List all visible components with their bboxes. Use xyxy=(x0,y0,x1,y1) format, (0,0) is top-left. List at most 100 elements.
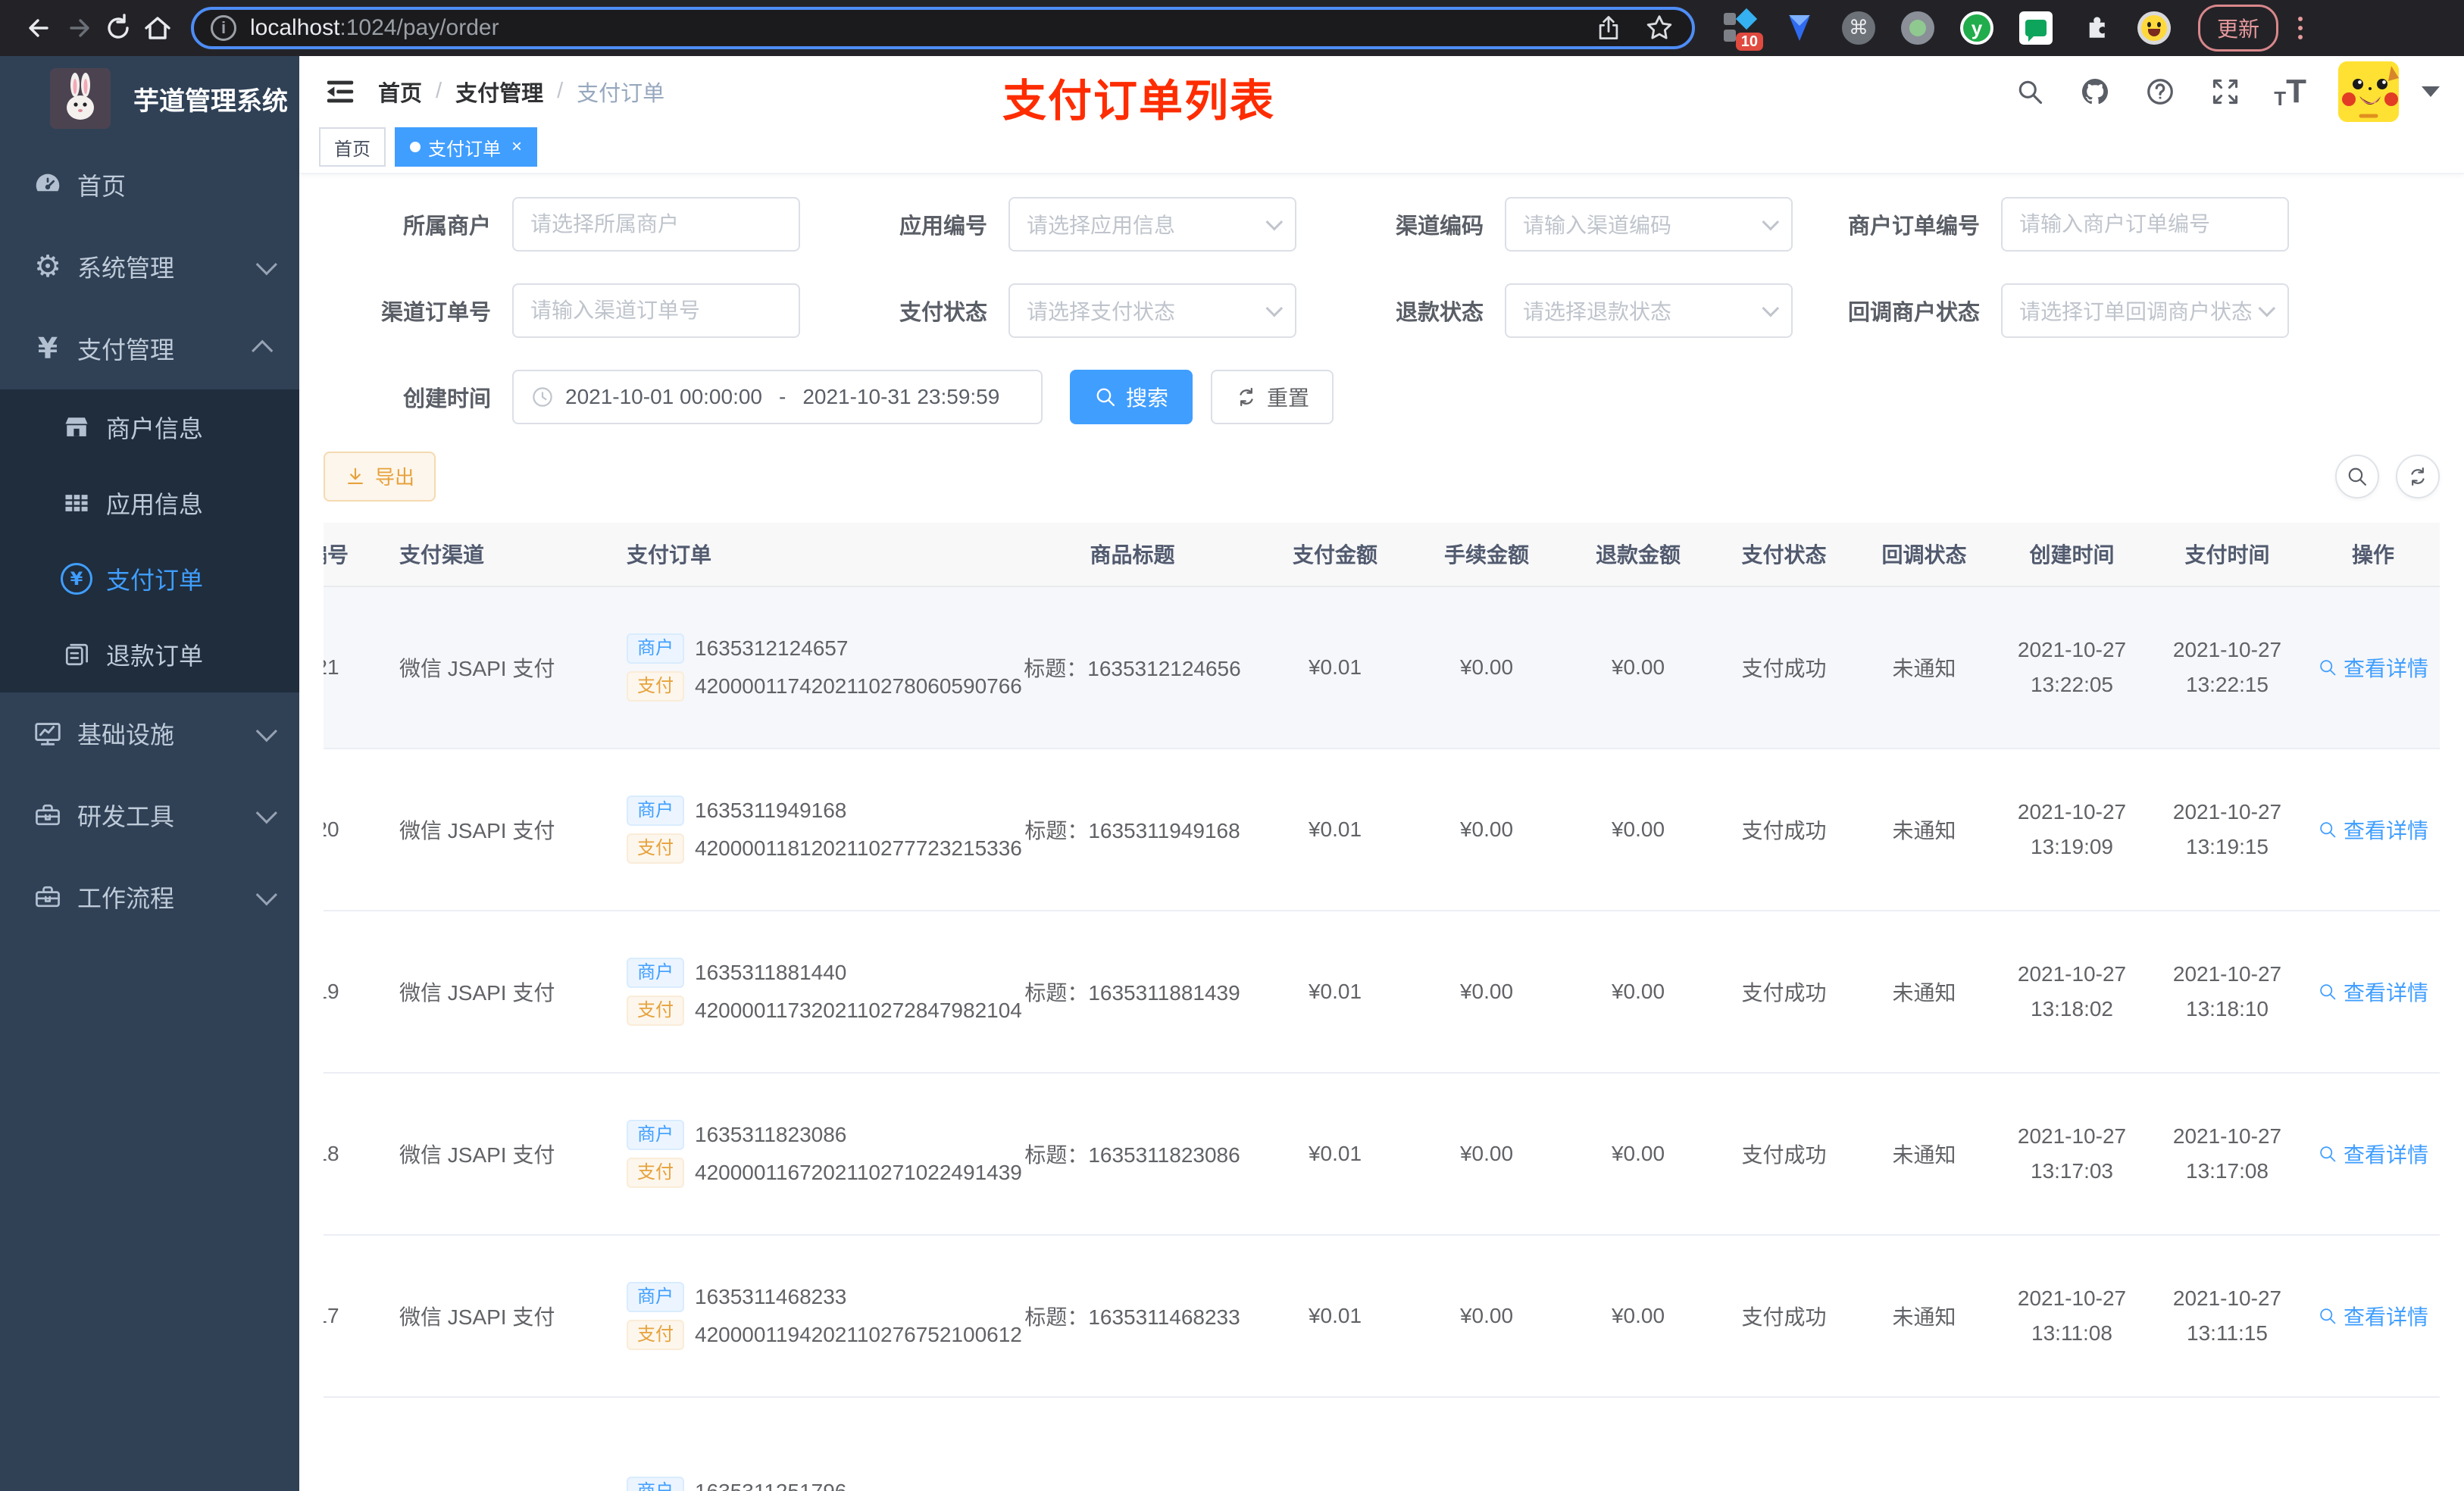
cell-pay-order: 商户 1635311949168 支付 42000011812021102777… xyxy=(611,748,1022,911)
browser-back-button[interactable] xyxy=(20,8,59,48)
cell-paid: 2021-10-27 13:18:10 xyxy=(2150,910,2305,1074)
view-detail-link[interactable]: 查看详情 xyxy=(2318,652,2428,683)
browser-menu-icon[interactable] xyxy=(2298,17,2303,39)
sidebar-logo-row[interactable]: 芋道管理系统 xyxy=(0,56,299,141)
sidebar-item-system[interactable]: ⚙ 系统管理 xyxy=(0,226,299,308)
tag-pay-order[interactable]: 支付订单 × xyxy=(395,127,538,167)
breadcrumb: 首页 / 支付管理 / 支付订单 xyxy=(378,76,664,108)
avatar-caret-icon[interactable] xyxy=(2422,86,2440,97)
cell-actions: 查看详情 xyxy=(2305,1072,2440,1236)
channel-code-select[interactable]: 请输入渠道编码 xyxy=(1505,196,1793,252)
date-end-value: 2021-10-31 23:59:59 xyxy=(802,384,1000,408)
merchant-order-no-input[interactable] xyxy=(2019,211,2271,236)
sidebar-item-workflow[interactable]: 工作流程 xyxy=(0,856,299,938)
y-extension-icon[interactable]: y xyxy=(1959,10,1995,46)
view-detail-link[interactable]: 查看详情 xyxy=(2318,814,2428,845)
chevron-down-icon xyxy=(255,884,277,906)
cell-pay-order: 商户 1635311251796 xyxy=(611,1396,1005,1491)
sidebar-item-dev-tools[interactable]: 研发工具 xyxy=(0,774,299,856)
chevron-down-icon xyxy=(255,720,277,742)
sidebar-item-refund-order[interactable]: 退款订单 xyxy=(0,617,299,692)
search-icon xyxy=(2320,983,2336,999)
y-glyph: y xyxy=(1960,11,1993,45)
sidebar-item-home[interactable]: 首页 xyxy=(0,144,299,226)
view-detail-link[interactable]: 查看详情 xyxy=(2318,1301,2428,1331)
breadcrumb-home[interactable]: 首页 xyxy=(378,76,422,108)
merchant-order-no-field[interactable] xyxy=(2001,196,2289,252)
kite-extension-icon[interactable] xyxy=(1781,10,1818,46)
refresh-icon xyxy=(1240,387,1253,406)
home-icon xyxy=(145,17,170,39)
channel-order-no-field[interactable] xyxy=(512,283,800,338)
chat-extension-icon[interactable] xyxy=(2018,10,2054,46)
filter-label-app: 应用编号 xyxy=(899,214,987,239)
search-icon xyxy=(1096,388,1115,406)
pay-tag: 支付 xyxy=(627,995,684,1026)
cell-created: 2021-10-27 13:22:05 xyxy=(1994,586,2150,749)
chevron-down-icon xyxy=(255,802,277,824)
app-select[interactable]: 请选择应用信息 xyxy=(1008,196,1296,252)
extension-strip: 10 ⌘ y xyxy=(1722,8,2172,51)
avatar[interactable] xyxy=(2338,61,2399,122)
merchant-input[interactable] xyxy=(530,211,782,236)
search-icon[interactable] xyxy=(2013,75,2047,108)
sidebar-item-payment[interactable]: ¥ 支付管理 xyxy=(0,308,299,389)
view-detail-link[interactable]: 查看详情 xyxy=(2318,977,2428,1007)
profile-emoji-icon[interactable] xyxy=(2136,10,2172,46)
channel-order-no-input[interactable] xyxy=(530,298,782,323)
date-range-picker[interactable]: 2021-10-01 00:00:00 - 2021-10-31 23:59:5… xyxy=(512,369,1043,424)
view-detail-link[interactable]: 查看详情 xyxy=(2318,1139,2428,1169)
github-icon[interactable] xyxy=(2078,75,2112,108)
pay-status-select[interactable]: 请选择支付状态 xyxy=(1008,283,1296,338)
breadcrumb-current: 支付订单 xyxy=(577,81,665,106)
cell-refund: ¥0.00 xyxy=(1562,748,1714,911)
tag-close-icon[interactable]: × xyxy=(511,136,522,158)
cell-id: 21 xyxy=(324,586,384,749)
extensions-puzzle-icon[interactable] xyxy=(2077,10,2113,46)
tag-home[interactable]: 首页 xyxy=(319,127,386,167)
command-extension-icon[interactable]: ⌘ xyxy=(1840,10,1877,46)
sidebar-item-pay-order[interactable]: ¥ 支付订单 xyxy=(0,541,299,617)
sidebar-item-merchant-info[interactable]: 商户信息 xyxy=(0,389,299,465)
table-row: 19 微信 JSAPI 支付 商户 1635311881440 支付 42000… xyxy=(324,910,2440,1074)
search-button-label: 搜索 xyxy=(1126,386,1169,410)
extension-badge: 10 xyxy=(1735,33,1763,51)
search-button[interactable]: 搜索 xyxy=(1070,369,1193,424)
font-size-icon[interactable]: TT xyxy=(2274,74,2306,108)
notify-status-select[interactable]: 请选择订单回调商户状态 xyxy=(2001,283,2289,338)
browser-update-button[interactable]: 更新 xyxy=(2198,5,2279,52)
bookmark-star-icon[interactable] xyxy=(1643,12,1675,44)
reset-button[interactable]: 重置 xyxy=(1211,369,1334,424)
export-button[interactable]: 导出 xyxy=(324,451,436,502)
sidebar-item-label: 支付订单 xyxy=(106,567,204,594)
show-search-button[interactable] xyxy=(2335,454,2379,499)
tag-manager-extension-icon[interactable]: 10 xyxy=(1722,8,1763,51)
address-bar[interactable]: i localhost:1024/pay/order xyxy=(191,7,1695,49)
pay-tag: 支付 xyxy=(627,1157,684,1188)
help-icon[interactable] xyxy=(2143,75,2177,108)
sidebar-collapse-icon[interactable] xyxy=(324,75,357,108)
sidebar-item-label: 系统管理 xyxy=(77,255,175,282)
back-arrow-icon xyxy=(29,19,48,37)
refresh-table-button[interactable] xyxy=(2396,454,2440,499)
reset-button-label: 重置 xyxy=(1267,386,1310,410)
cell-paid: 2021-10-27 13:11:15 xyxy=(2150,1234,2305,1398)
merchant-select[interactable] xyxy=(512,196,800,252)
sidebar-item-infrastructure[interactable]: 基础设施 xyxy=(0,692,299,774)
sidebar-item-app-info[interactable]: 应用信息 xyxy=(0,465,299,541)
col-amount: 支付金额 xyxy=(1259,522,1411,587)
browser-home-button[interactable] xyxy=(138,8,177,48)
breadcrumb-pay-management[interactable]: 支付管理 xyxy=(455,76,543,108)
sidebar-item-label: 支付管理 xyxy=(77,336,175,364)
recorder-extension-icon[interactable] xyxy=(1900,10,1936,46)
refund-status-select[interactable]: 请选择退款状态 xyxy=(1505,283,1793,338)
fullscreen-icon[interactable] xyxy=(2209,75,2242,108)
site-info-icon[interactable]: i xyxy=(211,15,236,41)
chevron-down-icon xyxy=(2258,299,2276,317)
channel-order-no: 4200001194202110276752100612 xyxy=(695,1322,1022,1346)
share-icon[interactable] xyxy=(1593,13,1624,43)
browser-reload-button[interactable] xyxy=(98,8,138,48)
cell-actions: 查看详情 xyxy=(2305,748,2440,911)
tag-active-dot xyxy=(410,142,421,153)
browser-forward-button[interactable] xyxy=(59,8,98,48)
